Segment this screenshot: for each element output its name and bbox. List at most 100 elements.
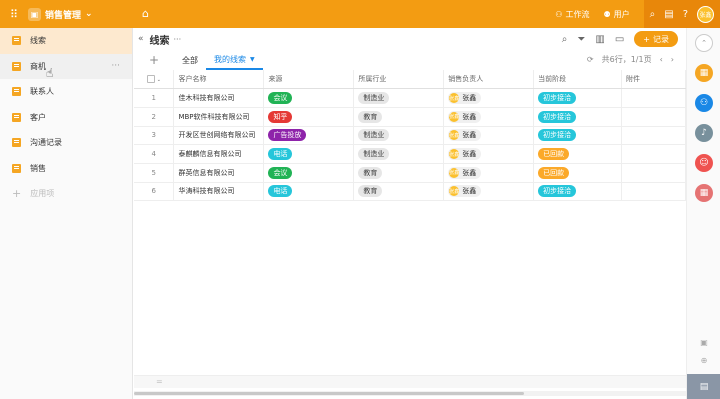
- column-header[interactable]: 当前阶段: [533, 70, 623, 90]
- main-panel: « 线索 ··· ⌕ ⏷ ▥ ▭ + 记录 + 全部 我的线索 ▼ ⟳ 共6行，…: [134, 28, 686, 399]
- customer-name-cell[interactable]: MBP软件科技有限公司: [173, 107, 265, 127]
- help-icon[interactable]: ?: [683, 9, 688, 20]
- app-switcher[interactable]: ▣ 销售管理 ⌄: [28, 7, 93, 21]
- column-header[interactable]: 来源: [263, 70, 355, 90]
- contact-avatar-icon[interactable]: ☺: [695, 154, 713, 172]
- workflow-link[interactable]: ⚇ 工作流: [555, 9, 589, 20]
- add-record-button[interactable]: + 记录: [634, 31, 678, 47]
- users-link[interactable]: ⚉ 用户: [603, 9, 629, 20]
- select-all-checkbox[interactable]: ⌄: [134, 70, 175, 90]
- attachment-cell[interactable]: [621, 182, 686, 202]
- source-tag: 电话: [268, 148, 293, 161]
- industry-tag: 教育: [358, 185, 383, 198]
- source-tag: 电话: [268, 185, 293, 198]
- horizontal-scrollbar[interactable]: [134, 391, 686, 396]
- attachment-cell[interactable]: [621, 88, 686, 108]
- owner-avatar: 张鑫: [449, 130, 459, 141]
- app-logo-icon: ▣: [28, 7, 41, 21]
- customer-name-cell[interactable]: 开发区世创网络有限公司: [173, 126, 265, 146]
- filter-icon[interactable]: ⏷: [577, 34, 585, 45]
- add-circle-icon[interactable]: ⊕: [699, 356, 709, 366]
- worksheet-icon: [12, 87, 21, 97]
- owner-avatar: 张鑫: [449, 111, 459, 122]
- customer-name-cell[interactable]: 佳木科技有限公司: [173, 88, 265, 108]
- search-icon[interactable]: ⌕: [562, 34, 568, 45]
- caret-down-icon: ▼: [250, 55, 255, 63]
- column-header[interactable]: 所属行业: [353, 70, 445, 90]
- column-header[interactable]: 销售负责人: [443, 70, 535, 90]
- chevron-down-icon: ⌄: [85, 9, 93, 19]
- chat-panel-icon[interactable]: ▤: [687, 374, 720, 399]
- stage-tag: 已回款: [538, 166, 570, 179]
- sidebar-item-contacts[interactable]: 联系人: [0, 79, 132, 105]
- owner-avatar: 张鑫: [449, 93, 459, 104]
- row-number: 5: [134, 163, 175, 183]
- sidebar-item-communication[interactable]: 沟通记录: [0, 130, 132, 156]
- bell-icon[interactable]: ♪: [695, 124, 713, 142]
- industry-tag: 教育: [358, 110, 383, 123]
- tab-all[interactable]: 全部: [174, 50, 206, 70]
- owner-avatar: 张鑫: [449, 186, 459, 197]
- worksheet-icon: [12, 36, 21, 46]
- apps-grid-icon[interactable]: ⠿: [0, 8, 28, 21]
- sidebar-item-opportunity[interactable]: 商机 ···: [0, 53, 132, 79]
- chart-icon[interactable]: ▥: [595, 34, 604, 45]
- owner-chip: 张鑫 张鑫: [448, 166, 482, 179]
- customer-name-cell[interactable]: 华涛科技有限公司: [173, 182, 265, 202]
- industry-tag: 制造业: [358, 92, 390, 105]
- prev-page-icon[interactable]: ‹: [660, 55, 663, 64]
- add-view-button[interactable]: +: [134, 53, 174, 67]
- stage-tag: 初步接洽: [538, 110, 577, 123]
- table-row[interactable]: 4 泰麒麟信息有限公司 电话 制造业 张鑫 张鑫 已回款: [134, 144, 686, 164]
- search-icon[interactable]: ⌕: [650, 9, 656, 20]
- refresh-icon[interactable]: ⟳: [587, 55, 594, 64]
- source-tag: 广告投放: [268, 129, 307, 142]
- comment-icon[interactable]: ▭: [615, 34, 624, 45]
- column-header[interactable]: 附件: [621, 70, 686, 90]
- app-grid-icon[interactable]: ▦: [695, 64, 713, 82]
- top-bar: ⠿ ▣ 销售管理 ⌄ ⌂ ⚇ 工作流 ⚉ 用户 ⌕ ▤ ? 张鑫: [0, 0, 720, 28]
- table-row[interactable]: 1 佳木科技有限公司 会议 制造业 张鑫 张鑫 初步接洽: [134, 88, 686, 108]
- owner-chip: 张鑫 张鑫: [448, 129, 482, 142]
- records-table: ⌄ 客户名称 来源 所属行业 销售负责人 当前阶段 附件 1 佳木科技有限公司 会议…: [134, 70, 686, 202]
- org-tree-icon[interactable]: ⚇: [695, 94, 713, 112]
- source-tag: 会议: [268, 92, 293, 105]
- more-icon[interactable]: ···: [111, 61, 120, 71]
- table-row[interactable]: 2 MBP软件科技有限公司 知乎 教育 张鑫 张鑫 初步接洽: [134, 107, 686, 127]
- calendar-icon[interactable]: ▦: [695, 184, 713, 202]
- chevron-up-icon[interactable]: ⌃: [695, 34, 713, 52]
- hand-cursor-icon: ☝: [46, 66, 54, 80]
- org-chart-icon[interactable]: ⌂: [142, 7, 149, 20]
- contacts-book-icon[interactable]: ▣: [699, 338, 709, 348]
- plus-icon: +: [643, 34, 650, 44]
- page-title: 线索: [149, 35, 170, 47]
- tab-my-leads[interactable]: 我的线索 ▼: [206, 50, 263, 70]
- industry-tag: 教育: [358, 166, 383, 179]
- notes-icon[interactable]: ▤: [664, 9, 673, 20]
- stage-tag: 初步接洽: [538, 92, 577, 105]
- attachment-cell[interactable]: [621, 163, 686, 183]
- next-page-icon[interactable]: ›: [671, 55, 674, 64]
- plus-icon: +: [12, 187, 22, 201]
- user-avatar[interactable]: 张鑫: [697, 5, 714, 23]
- worksheet-icon: [12, 112, 21, 122]
- owner-chip: 张鑫 张鑫: [448, 148, 482, 161]
- customer-name-cell[interactable]: 泰麒麟信息有限公司: [173, 144, 265, 164]
- customer-name-cell[interactable]: 群英信息有限公司: [173, 163, 265, 183]
- title-more-icon[interactable]: ···: [174, 35, 182, 44]
- sidebar-item-customers[interactable]: 客户: [0, 105, 132, 131]
- attachment-cell[interactable]: [621, 126, 686, 146]
- owner-chip: 张鑫 张鑫: [448, 92, 482, 105]
- row-number: 4: [134, 144, 175, 164]
- attachment-cell[interactable]: [621, 107, 686, 127]
- table-row[interactable]: 5 群英信息有限公司 会议 教育 张鑫 张鑫 已回款: [134, 163, 686, 183]
- table-row[interactable]: 3 开发区世创网络有限公司 广告投放 制造业 张鑫 张鑫 初步接洽: [134, 126, 686, 146]
- sidebar-item-leads[interactable]: 线索: [0, 28, 132, 54]
- industry-tag: 制造业: [358, 148, 390, 161]
- table-row[interactable]: 6 华涛科技有限公司 电话 教育 张鑫 张鑫 初步接洽: [134, 182, 686, 202]
- column-header[interactable]: 客户名称: [173, 70, 265, 90]
- sidebar-item-sales[interactable]: 销售: [0, 156, 132, 182]
- collapse-sidebar-icon[interactable]: «: [138, 34, 144, 44]
- attachment-cell[interactable]: [621, 144, 686, 164]
- add-app-item-button[interactable]: + 应用项: [0, 181, 132, 207]
